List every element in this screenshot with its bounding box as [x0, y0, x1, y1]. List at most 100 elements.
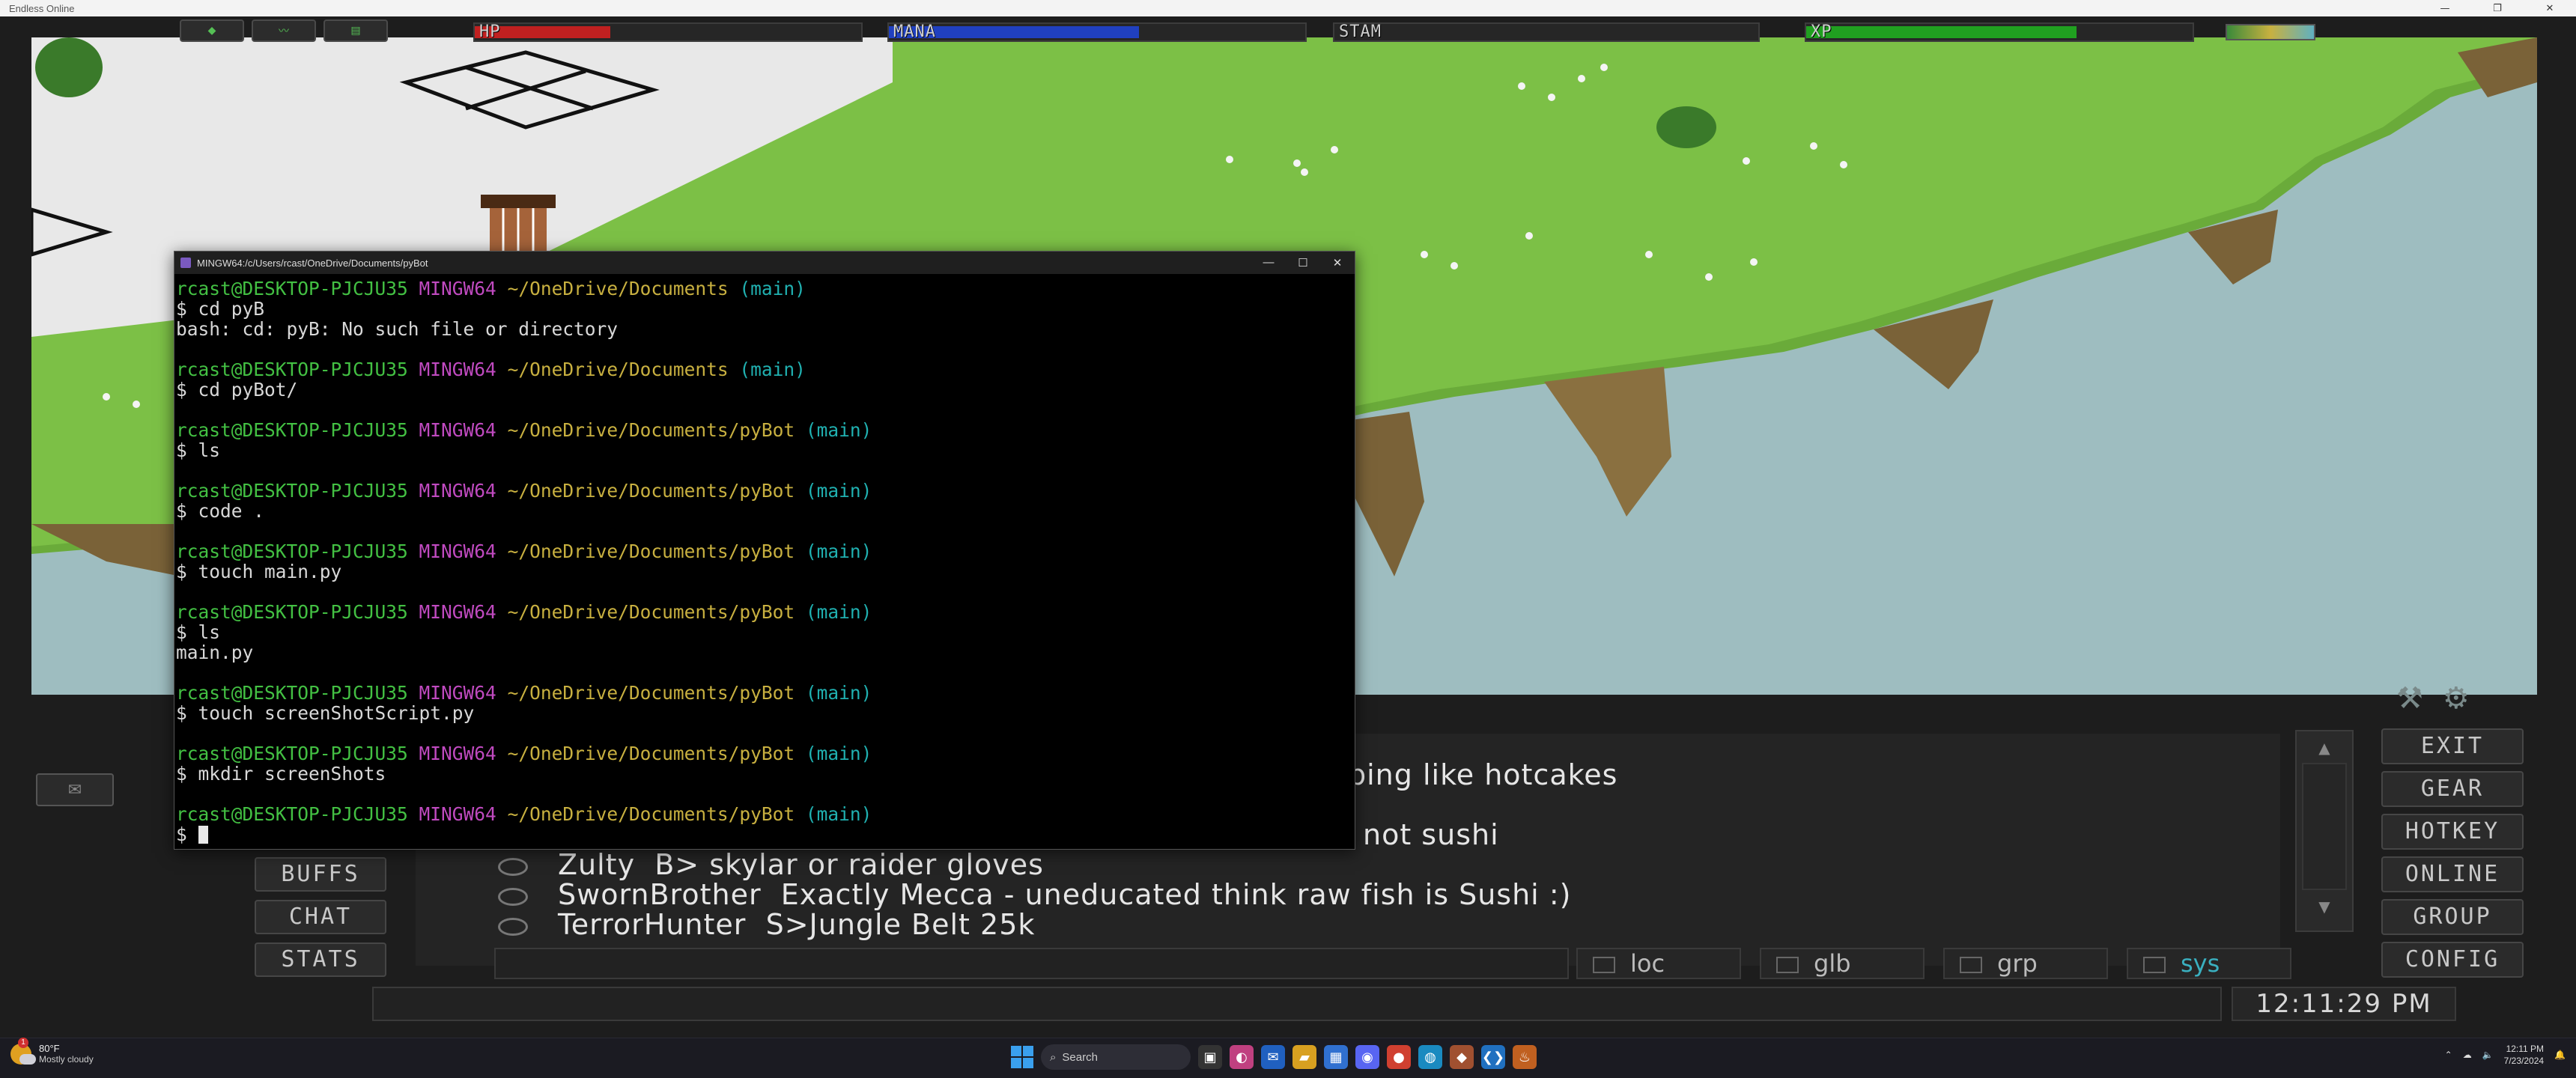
file-explorer-icon[interactable]: ▰ — [1292, 1045, 1316, 1069]
volume-icon[interactable]: 🔈 — [2482, 1050, 2494, 1060]
terminal-title: MINGW64:/c/Users/rcast/OneDrive/Document… — [197, 257, 428, 269]
chat-scrollbar[interactable]: ▲ ▼ — [2295, 730, 2354, 932]
online-button[interactable]: ONLINE — [2381, 856, 2524, 892]
terminal-prompt-line: rcast@DESKTOP-PJCJU35 MINGW64 ~/OneDrive… — [176, 541, 1353, 561]
terminal-window[interactable]: MINGW64:/c/Users/rcast/OneDrive/Document… — [174, 251, 1355, 850]
terminal-output-line: bash: cd: pyB: No such file or directory — [176, 318, 619, 340]
xp-fill — [1806, 26, 2077, 38]
prompt-branch: (main) — [805, 601, 872, 623]
tray-chevron-icon[interactable]: ⌃ — [2445, 1050, 2452, 1060]
taskbar-search[interactable]: ⌕ Search — [1041, 1044, 1191, 1070]
tab-label: glb — [1814, 949, 1851, 978]
terminal-titlebar[interactable]: MINGW64:/c/Users/rcast/OneDrive/Document… — [174, 252, 1355, 274]
prompt-host: MINGW64 — [419, 419, 496, 441]
terminal-output[interactable]: rcast@DESKTOP-PJCJU35 MINGW64 ~/OneDrive… — [174, 274, 1355, 844]
terminal-command: $ ls — [176, 621, 221, 643]
prompt-user: rcast@DESKTOP-PJCJU35 — [176, 480, 408, 502]
tab-grp[interactable]: grp — [1943, 948, 2108, 979]
terminal-prompt-line: rcast@DESKTOP-PJCJU35 MINGW64 ~/OneDrive… — [176, 420, 1353, 440]
prompt-path: ~/OneDrive/Documents/pyBot — [507, 540, 795, 562]
gear-button[interactable]: GEAR — [2381, 771, 2524, 807]
prompt-user: rcast@DESKTOP-PJCJU35 — [176, 803, 408, 825]
gear-cog-icon[interactable]: ⚙ — [2443, 681, 2470, 716]
prompt-branch: (main) — [805, 682, 872, 704]
scroll-up-icon[interactable]: ▲ — [2302, 739, 2347, 757]
chat-partial-line-2: not sushi — [1363, 818, 1499, 851]
hammer-icon[interactable]: ⚒ — [2396, 681, 2423, 716]
terminal-prompt-line: rcast@DESKTOP-PJCJU35 MINGW64 ~/OneDrive… — [176, 804, 1353, 824]
tab-sys[interactable]: sys — [2127, 948, 2291, 979]
window-titlebar: Endless Online — ❐ ✕ — [0, 0, 2576, 16]
maximize-button[interactable]: ❐ — [2471, 3, 2524, 14]
prompt-branch: (main) — [805, 803, 872, 825]
terminal-close-button[interactable]: ✕ — [1320, 256, 1355, 270]
hud-icon-group: ◆ 〰 ▤ — [180, 19, 388, 42]
clock-date: 7/23/2024 — [2503, 1056, 2545, 1066]
tab-glb[interactable]: glb — [1760, 948, 1925, 979]
clock-time: 12:11 PM — [2506, 1044, 2545, 1054]
group-button[interactable]: GROUP — [2381, 899, 2524, 935]
chat-input[interactable] — [494, 948, 1569, 979]
prompt-user: rcast@DESKTOP-PJCJU35 — [176, 278, 408, 299]
terminal-command: $ ls — [176, 439, 221, 461]
copilot-icon[interactable]: ◐ — [1230, 1045, 1254, 1069]
mail-button[interactable]: ✉ — [36, 773, 114, 806]
terminal-maximize-button[interactable]: ☐ — [1286, 256, 1320, 270]
exit-button[interactable]: EXIT — [2381, 728, 2524, 764]
store-icon[interactable]: ▦ — [1324, 1045, 1348, 1069]
prompt-host: MINGW64 — [419, 743, 496, 764]
vscode-icon[interactable]: ❮❯ — [1481, 1045, 1505, 1069]
prompt-branch: (main) — [805, 540, 872, 562]
prompt-branch: (main) — [805, 743, 872, 764]
scroll-down-icon[interactable]: ▼ — [2302, 898, 2347, 916]
hp-label: HP — [479, 22, 501, 41]
taskbar-clock[interactable]: 12:11 PM 7/23/2024 — [2504, 1043, 2544, 1067]
mana-bar: MANA — [887, 22, 1307, 42]
mail-icon[interactable]: ✉ — [1261, 1045, 1285, 1069]
stats-graph-icon[interactable]: 〰 — [252, 19, 316, 42]
chat-message: SwornBrother Exactly Mecca - uneducated … — [498, 878, 1571, 911]
discord-icon[interactable]: ◉ — [1355, 1045, 1379, 1069]
chat-bullet-icon — [498, 857, 528, 876]
start-icon[interactable] — [1011, 1046, 1033, 1068]
stam-label: STAM — [1339, 22, 1382, 41]
tab-box-icon — [1960, 957, 1982, 973]
chrome-icon[interactable]: ● — [1387, 1045, 1411, 1069]
prompt-path: ~/OneDrive/Documents/pyBot — [507, 743, 795, 764]
scroll-track[interactable] — [2302, 763, 2347, 890]
java-icon[interactable]: ♨ — [1513, 1045, 1537, 1069]
window-title: Endless Online — [9, 2, 75, 14]
task-view-icon[interactable]: ▣ — [1198, 1045, 1222, 1069]
inventory-icon[interactable]: ▤ — [323, 19, 388, 42]
game-icon[interactable]: ◆ — [1450, 1045, 1474, 1069]
close-button[interactable]: ✕ — [2524, 3, 2576, 14]
edge-icon[interactable]: ◍ — [1418, 1045, 1442, 1069]
notification-icon[interactable]: 🔔 — [2554, 1050, 2566, 1060]
terminal-minimize-button[interactable]: — — [1251, 256, 1286, 270]
weather-widget[interactable]: 1 80°F Mostly cloudy — [10, 1038, 94, 1065]
prompt-host: MINGW64 — [419, 803, 496, 825]
chat-button[interactable]: CHAT — [255, 900, 386, 934]
prompt-host: MINGW64 — [419, 480, 496, 502]
map-icon[interactable]: ◆ — [180, 19, 244, 42]
buffs-button[interactable]: BUFFS — [255, 857, 386, 892]
stam-bar: STAM — [1333, 22, 1760, 42]
network-icon[interactable]: ☁ — [2463, 1050, 2472, 1060]
terminal-command: $ cd pyB — [176, 298, 265, 320]
terminal-cursor — [198, 826, 208, 844]
stats-button[interactable]: STATS — [255, 943, 386, 977]
chat-text: B> skylar or raider gloves — [654, 848, 1044, 881]
minimize-button[interactable]: — — [2419, 3, 2471, 14]
terminal-prompt-line: rcast@DESKTOP-PJCJU35 MINGW64 ~/OneDrive… — [176, 278, 1353, 299]
prompt-host: MINGW64 — [419, 278, 496, 299]
hud-top: ◆ 〰 ▤ HP MANA STAM XP — [0, 16, 2576, 48]
taskbar-apps: ⌕ Search ▣ ◐ ✉ ▰ ▦ ◉ ● ◍ ◆ ❮❯ ♨ — [1011, 1044, 1537, 1070]
terminal-command-line: $ — [176, 824, 1353, 844]
config-button[interactable]: CONFIG — [2381, 942, 2524, 978]
hotkey-button[interactable]: HOTKEY — [2381, 814, 2524, 850]
status-gem-icon — [2226, 24, 2315, 40]
search-icon: ⌕ — [1050, 1050, 1057, 1064]
tab-loc[interactable]: loc — [1576, 948, 1741, 979]
